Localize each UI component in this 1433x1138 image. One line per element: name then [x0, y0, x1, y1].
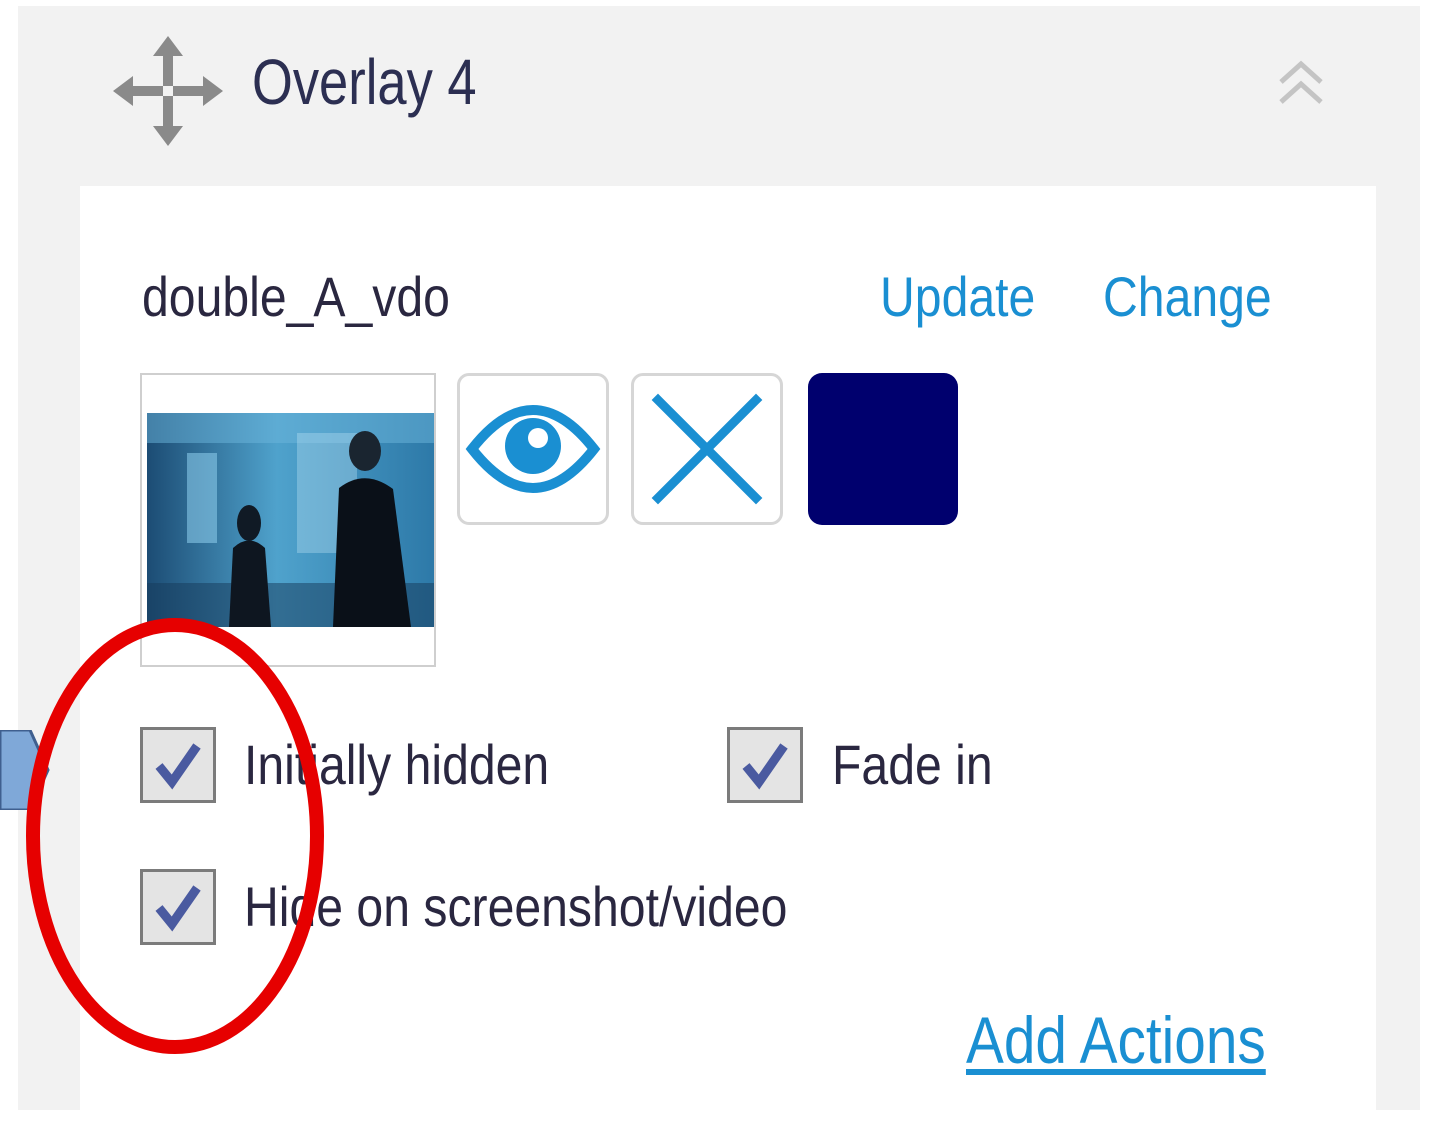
double-chevron-up-icon[interactable] [1275, 55, 1327, 110]
visibility-toggle-button[interactable] [457, 373, 609, 525]
fade-in-label: Fade in [832, 733, 993, 796]
close-icon [651, 393, 763, 505]
hide-on-screenshot-label: Hide on screenshot/video [244, 875, 788, 938]
add-actions-link[interactable]: Add Actions [966, 1000, 1266, 1080]
checkmark-icon [155, 743, 201, 790]
update-link[interactable]: Update [880, 262, 1035, 332]
hide-on-screenshot-checkbox[interactable] [140, 869, 216, 945]
checkmark-icon [155, 885, 201, 932]
checkmark-icon [742, 743, 788, 790]
overlay-title: Overlay 4 [252, 46, 477, 118]
initially-hidden-label: Initially hidden [244, 733, 550, 796]
media-file-name: double_A_vdo [142, 265, 450, 328]
video-frame-image [147, 413, 434, 627]
initially-hidden-checkbox[interactable] [140, 727, 216, 803]
overlay-color-swatch[interactable] [808, 373, 958, 525]
remove-overlay-button[interactable] [631, 373, 783, 525]
move-arrows-icon[interactable] [113, 36, 223, 146]
change-link[interactable]: Change [1103, 262, 1272, 332]
fade-in-checkbox[interactable] [727, 727, 803, 803]
video-thumbnail[interactable] [140, 373, 436, 667]
callout-arrow-shape [0, 730, 50, 810]
eye-icon [465, 405, 601, 493]
